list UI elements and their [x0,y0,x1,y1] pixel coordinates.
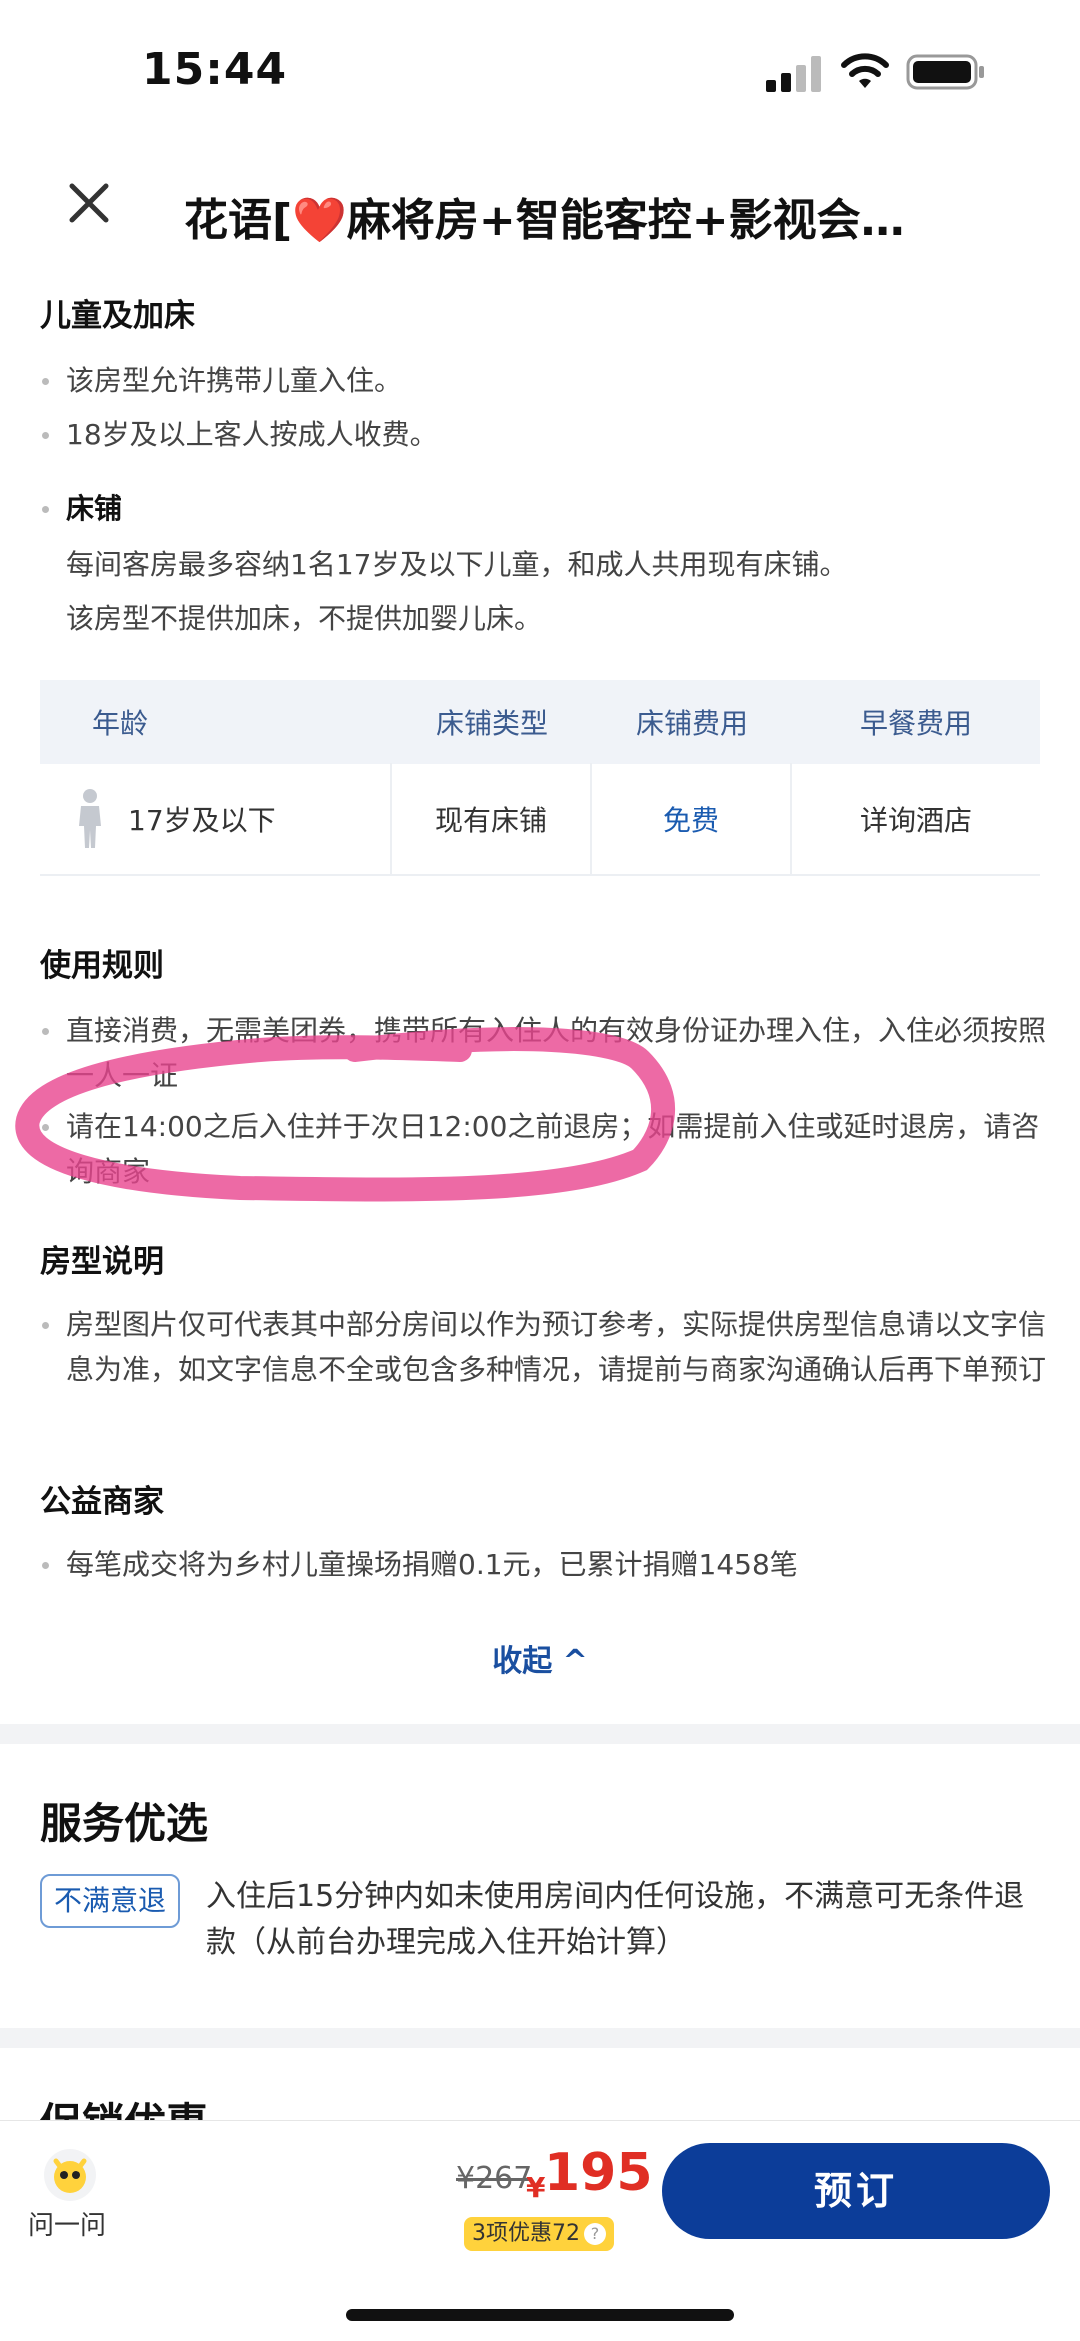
table-header: 年龄 床铺类型 床铺费用 早餐费用 [40,680,1040,764]
bottom-bar: 问一问 ¥267 ¥ 195 3项优惠72? 预订 [0,2120,1080,2341]
table-header-cell: 年龄 [92,707,149,740]
promo-title: 促销优惠 [40,2090,208,2120]
cellular-signal-icon [766,56,821,92]
help-icon[interactable]: ? [584,2223,606,2245]
bed-subtitle: 床铺 [40,486,1050,531]
home-indicator [346,2309,734,2321]
section-title-children: 儿童及加床 [40,298,195,334]
currency-symbol: ¥ [526,2171,546,2204]
bed-text: 该房型不提供加床，不提供加婴儿床。 [66,602,543,635]
list-item: 请在14:00之后入住并于次日12:00之前退房；如需提前入住或延时退房，请咨询… [40,1104,1050,1194]
table-row: 17岁及以下 现有床铺 免费 详询酒店 [40,763,1040,876]
service-tag: 不满意退 [40,1874,180,1928]
page-title: 花语[❤️麻将房+智能客控+影视会… [184,195,905,246]
list-item: 直接消费，无需美团券，携带所有入住人的有效身份证办理入住，入住必须按照一人一证 [40,1008,1050,1098]
table-header-cell: 床铺类型 [435,707,548,740]
list-item: 18岁及以上客人按成人收费。 [40,412,1050,457]
section-title-charity: 公益商家 [40,1484,164,1520]
section-divider [0,1724,1080,1744]
list-item: 房型图片仅可代表其中部分房间以作为预订参考，实际提供房型信息请以文字信息为准，如… [40,1302,1050,1392]
age-label: 17岁及以下 [128,804,276,837]
bed-text: 每间客房最多容纳1名17岁及以下儿童，和成人共用现有床铺。 [66,548,848,581]
table-cell-age: 17岁及以下 [40,763,392,875]
table-cell: 现有床铺 [392,763,592,875]
table-cell-fee: 免费 [592,763,792,875]
wifi-icon [841,53,889,88]
discount-label: 3项优惠72 [472,2221,580,2246]
collapse-button[interactable]: 收起 ^ [0,1636,1080,1680]
current-price: 195 [544,2143,653,2203]
ask-label[interactable]: 问一问 [28,2205,106,2242]
status-time: 15:44 [142,44,288,95]
original-price: ¥267 [456,2161,533,2196]
table-header-cell: 床铺费用 [635,707,748,740]
children-bed-table: 年龄 床铺类型 床铺费用 早餐费用 17岁及以下 现有床铺 免费 详询酒店 [40,680,1040,876]
assistant-mascot-icon[interactable] [42,2147,98,2203]
battery-icon [906,54,984,90]
section-title-room-desc: 房型说明 [40,1244,164,1280]
section-divider [0,2028,1080,2048]
child-person-icon [79,789,101,848]
discount-badge[interactable]: 3项优惠72? [464,2217,614,2251]
list-item: 每笔成交将为乡村儿童操场捐赠0.1元，已累计捐赠1458笔 [40,1542,1050,1587]
header: 花语[❤️麻将房+智能客控+影视会… [0,140,1080,270]
book-button[interactable]: 预订 [662,2143,1050,2239]
status-bar: 15:44 [0,0,1080,130]
section-title-rules: 使用规则 [40,948,164,984]
table-cell: 详询酒店 [859,804,972,837]
list-item: 该房型允许携带儿童入住。 [40,358,1050,403]
service-title: 服务优选 [40,1799,209,1848]
close-icon[interactable] [64,178,114,228]
service-text: 入住后15分钟内如未使用房间内任何设施，不满意可无条件退款（从前台办理完成入住开… [206,1879,1025,1960]
table-header-cell: 早餐费用 [859,707,972,740]
